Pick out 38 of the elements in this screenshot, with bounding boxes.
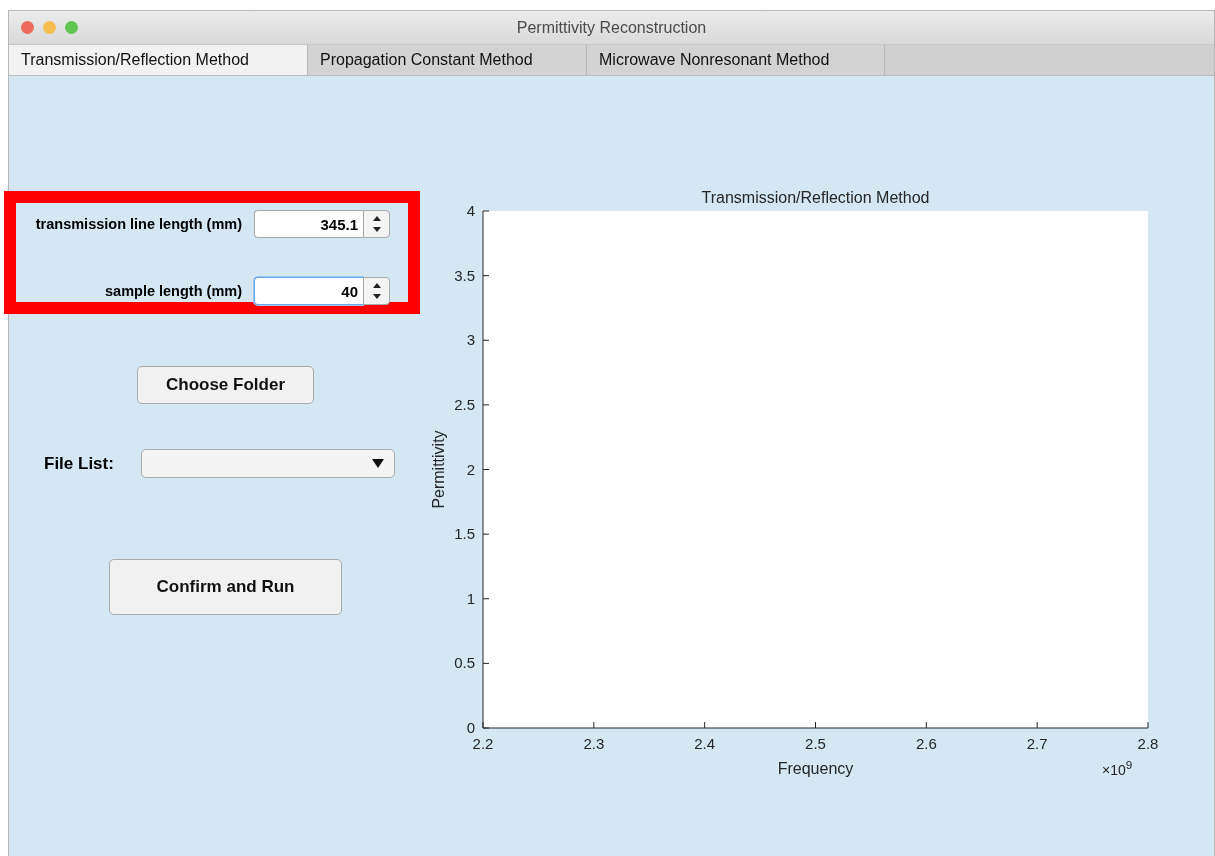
up-down-arrows-icon (371, 282, 382, 300)
axis-exponent: ×10$^{9}$ (1102, 758, 1133, 778)
up-down-arrows-icon (371, 215, 382, 233)
window-title: Permittivity Reconstruction (516, 18, 707, 36)
confirm-run-button[interactable]: Confirm and Run (109, 559, 342, 615)
number-field[interactable]: 40 (254, 277, 363, 305)
x-tick-label: 2.8 (1137, 735, 1159, 752)
x-tick-label: 2.7 (1026, 735, 1048, 752)
y-tick-label: 0 (466, 719, 475, 736)
stepper-button[interactable] (363, 277, 390, 305)
y-tick-label: 1 (466, 589, 475, 607)
x-axis-label: Frequency (777, 760, 854, 777)
x-tick-label: 2.5 (805, 735, 826, 752)
x-tick-label: 2.6 (915, 735, 937, 752)
minimize-button[interactable] (43, 21, 56, 34)
choose-folder-button[interactable]: Choose Folder (137, 366, 314, 404)
y-tick-label: 0.5 (454, 654, 475, 672)
number-field[interactable]: 345.1 (254, 210, 363, 238)
tab[interactable]: Transmission/Reflection Method (9, 45, 308, 75)
y-tick-label: 2.5 (454, 395, 475, 413)
close-button[interactable] (21, 21, 34, 34)
x-tick-label: 2.2 (472, 735, 494, 752)
stepper-button[interactable] (363, 210, 390, 238)
field-label: sample length (mm) (105, 283, 242, 299)
zoom-button[interactable] (65, 21, 78, 34)
y-axis-label: Permittivity (430, 430, 447, 509)
dropdown-arrow-icon (372, 459, 384, 468)
y-tick-label: 4 (466, 202, 475, 219)
y-tick-label: 2 (466, 460, 475, 478)
y-tick-label: 1.5 (454, 525, 475, 543)
file-list-label: File List: (44, 453, 115, 474)
chart-title: Transmission/Reflection Method (701, 189, 930, 206)
y-tick-label: 3.5 (454, 266, 475, 284)
x-tick-label: 2.3 (583, 735, 605, 752)
file-list-dropdown[interactable] (141, 449, 395, 478)
x-tick-label: 2.4 (694, 735, 716, 752)
field-label: transmission line length (mm) (35, 216, 242, 232)
y-tick-label: 3 (466, 331, 475, 349)
